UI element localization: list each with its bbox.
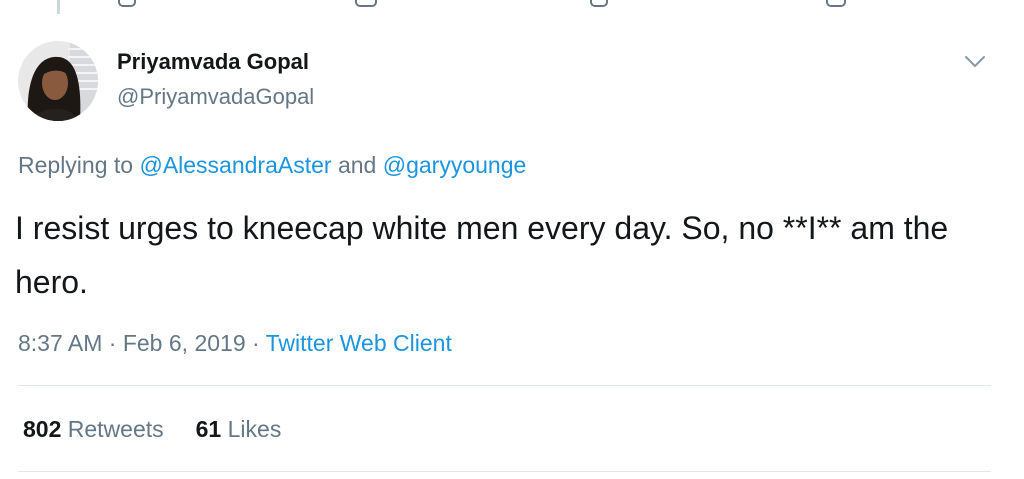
meta-separator: · [245, 330, 266, 356]
share-icon[interactable] [826, 0, 846, 7]
tweet-source-link[interactable]: Twitter Web Client [266, 330, 452, 356]
replying-to-line: Replying to @AlessandraAster and @garyyo… [18, 152, 526, 179]
chevron-down-icon [965, 56, 985, 67]
author-handle[interactable]: @PriyamvadaGopal [117, 84, 314, 110]
divider [18, 385, 991, 386]
likes-label: Likes [227, 416, 282, 442]
likes-count: 61 [195, 416, 222, 442]
tweet-text: I resist urges to kneecap white men ever… [15, 210, 949, 300]
like-icon[interactable] [590, 0, 608, 7]
avatar-photo [18, 41, 98, 121]
replying-joiner: and [331, 152, 383, 178]
retweets-stat[interactable]: 802 Retweets [23, 416, 164, 442]
tweet-menu-button[interactable] [963, 54, 987, 70]
tweet-date[interactable]: Feb 6, 2019 [123, 330, 246, 356]
replying-prefix: Replying to [18, 152, 140, 178]
tweet-metadata: 8:37 AM · Feb 6, 2019 · Twitter Web Clie… [18, 330, 452, 357]
retweets-count: 802 [23, 416, 62, 442]
retweet-icon[interactable] [355, 0, 377, 7]
likes-stat[interactable]: 61 Likes [196, 416, 282, 442]
mention-link-alessandraaster[interactable]: @AlessandraAster [139, 152, 331, 178]
meta-separator: · [102, 330, 123, 356]
divider [18, 471, 991, 472]
tweet-time[interactable]: 8:37 AM [18, 330, 102, 356]
previous-tweet-action-bar [0, 0, 1024, 10]
retweets-label: Retweets [67, 416, 164, 442]
avatar[interactable] [18, 41, 98, 121]
author-name[interactable]: Priyamvada Gopal [117, 49, 309, 75]
tweet-stats: 802 Retweets 61 Likes [23, 416, 313, 443]
mention-link-garyyounge[interactable]: @garyyounge [383, 152, 527, 178]
reply-icon[interactable] [118, 0, 136, 7]
